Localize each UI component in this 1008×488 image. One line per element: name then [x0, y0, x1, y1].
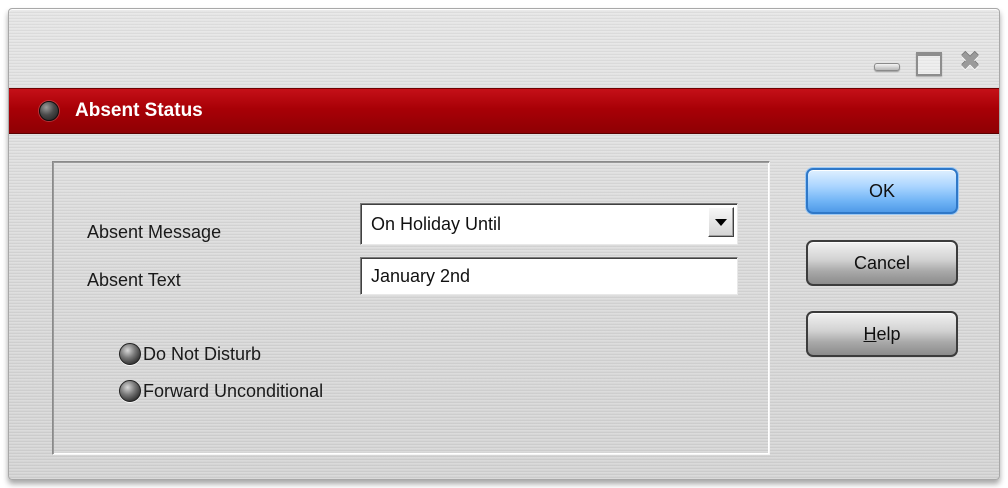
minimize-icon[interactable]	[871, 49, 901, 75]
dialog-titlebar: Absent Status	[9, 88, 999, 134]
maximize-icon[interactable]	[913, 49, 943, 76]
ok-button-label: OK	[868, 180, 895, 201]
status-led-icon	[39, 101, 59, 121]
absent-settings-panel: Absent Message On Holiday Until Absent T…	[52, 161, 770, 455]
absent-text-label: Absent Text	[87, 270, 181, 290]
chevron-down-icon[interactable]	[708, 207, 734, 237]
dialog-title: Absent Status	[75, 100, 203, 121]
help-label-rest: elp	[876, 323, 901, 344]
absent-message-label: Absent Message	[87, 222, 222, 242]
help-button-label: Help	[863, 324, 900, 345]
radio-forward-unconditional[interactable]: Forward Unconditional	[119, 380, 323, 402]
ok-button[interactable]: OK	[806, 168, 958, 214]
radio-forward-unconditional-label: Forward Unconditional	[143, 380, 324, 401]
radio-do-not-disturb[interactable]: Do Not Disturb	[119, 343, 261, 365]
window-controls: ✖	[871, 49, 985, 76]
radio-button-icon[interactable]	[119, 380, 141, 402]
close-icon[interactable]: ✖	[955, 49, 985, 75]
radio-button-icon[interactable]	[119, 343, 141, 365]
absent-message-dropdown[interactable]: On Holiday Until	[360, 203, 738, 245]
absent-message-value: On Holiday Until	[371, 213, 502, 234]
absent-text-value: January 2nd	[371, 265, 471, 286]
absent-text-input[interactable]: January 2nd	[360, 257, 738, 295]
help-mnemonic: H	[863, 323, 877, 344]
help-button[interactable]: Help	[806, 311, 958, 357]
radio-do-not-disturb-label: Do Not Disturb	[143, 343, 262, 364]
absent-status-dialog: ✖ Absent Status Absent Message On Holida…	[8, 8, 1000, 480]
cancel-button-label: Cancel	[853, 252, 911, 273]
cancel-button[interactable]: Cancel	[806, 240, 958, 286]
